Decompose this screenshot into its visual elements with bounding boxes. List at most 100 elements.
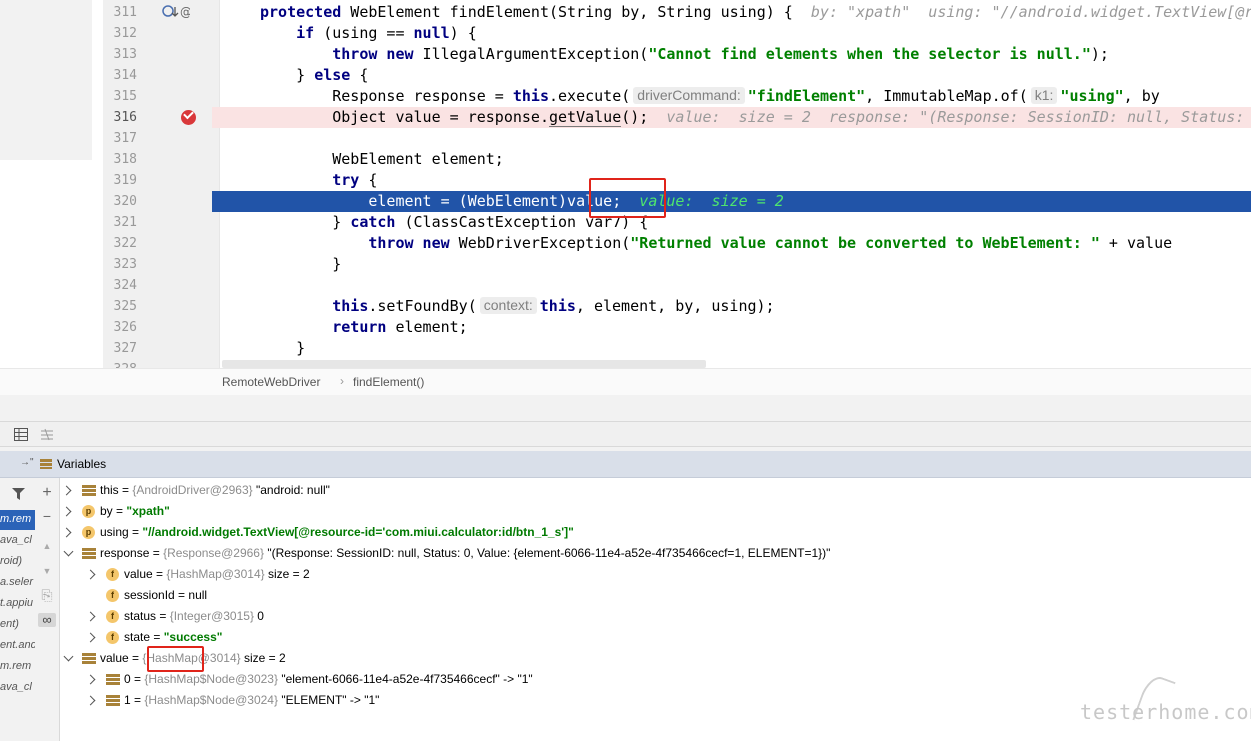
code-line-315[interactable]: Response response = this.execute(driverC… — [212, 86, 1251, 107]
gutter-line[interactable]: 321 — [103, 212, 220, 233]
gutter-line[interactable]: 315 — [103, 86, 220, 107]
chevron-right-icon[interactable] — [85, 611, 96, 622]
frame-item[interactable]: m.rem — [0, 513, 31, 525]
variables-tree[interactable]: this = {AndroidDriver@2963} "android: nu… — [60, 478, 1251, 741]
code-string: "Cannot find elements when the selector … — [648, 45, 1091, 63]
chevron-right-icon[interactable] — [61, 506, 72, 517]
code-line-321[interactable]: } catch (ClassCastException var7) { — [212, 212, 1251, 233]
variable-type: {Response@2966} — [163, 546, 264, 560]
copy-icon[interactable]: ⎘ — [40, 588, 54, 602]
code-text: , element, by, using); — [575, 297, 775, 315]
line-number: 321 — [113, 215, 137, 230]
frame-item[interactable]: t.appiu — [0, 597, 33, 609]
chevron-down-icon[interactable] — [63, 546, 74, 557]
frame-item[interactable]: ava_cl — [0, 534, 32, 546]
show-watches-icon[interactable]: ∞ — [38, 613, 56, 627]
filter-icon[interactable] — [12, 488, 25, 503]
chevron-right-icon[interactable] — [85, 632, 96, 643]
gutter-line[interactable]: 314 — [103, 65, 220, 86]
code-line-327[interactable]: } — [212, 338, 1251, 359]
code-line-323[interactable]: } — [212, 254, 1251, 275]
code-line-318[interactable]: WebElement element; — [212, 149, 1251, 170]
frame-item[interactable]: a.seler — [0, 576, 33, 588]
chevron-down-icon[interactable] — [63, 651, 74, 662]
gutter-line[interactable]: 317 — [103, 128, 220, 149]
breadcrumb: RemoteWebDriver › findElement() — [0, 368, 1251, 395]
editor-side-strip — [0, 0, 92, 160]
breadcrumb-method[interactable]: findElement() — [353, 375, 424, 389]
gutter-line[interactable]: 318 — [103, 149, 220, 170]
debugger-toolbar — [0, 421, 1251, 447]
gutter-line[interactable]: 316 — [103, 107, 220, 128]
gutter-line[interactable]: 323 — [103, 254, 220, 275]
code-line-320-execution-point[interactable]: element = (WebElement)value; value: size… — [212, 191, 1251, 212]
chevron-right-icon[interactable] — [85, 569, 96, 580]
override-icon[interactable]: @ — [162, 4, 192, 20]
code-text: element; — [386, 318, 468, 336]
chevron-right-icon[interactable] — [85, 674, 96, 685]
code-text: .setFoundBy( — [368, 297, 477, 315]
code-text: , ImmutableMap.of( — [865, 87, 1028, 105]
move-down-icon[interactable]: ▼ — [40, 564, 54, 578]
code-text: { — [350, 66, 369, 84]
code-line-322[interactable]: throw new WebDriverException("Returned v… — [212, 233, 1251, 254]
code-line-311[interactable]: protected WebElement findElement(String … — [212, 2, 1251, 23]
gutter-line[interactable]: 313 — [103, 44, 220, 65]
frame-item[interactable]: ava_cl — [0, 681, 32, 693]
frame-item[interactable]: m.rem — [0, 660, 31, 672]
breadcrumb-class[interactable]: RemoteWebDriver — [222, 375, 320, 389]
gutter-line[interactable]: 312 — [103, 23, 220, 44]
code-keyword: this — [332, 297, 369, 315]
code-editor[interactable]: 311 312 313 314 315 316 317 318 319 320 321 322 323 3… — [0, 0, 1251, 368]
variable-text: this = {AndroidDriver@2963} "android: nu… — [100, 480, 330, 501]
line-number: 325 — [113, 299, 137, 314]
chevron-right-icon[interactable] — [61, 527, 72, 538]
move-up-icon[interactable]: ▲ — [40, 539, 54, 553]
line-number: 311 — [113, 5, 137, 20]
gutter-line[interactable]: 319 — [103, 170, 220, 191]
frame-item[interactable]: roid) — [0, 555, 22, 567]
remove-watch-icon[interactable]: − — [40, 509, 54, 523]
code-keyword: this — [512, 87, 549, 105]
editor-horizontal-scrollbar[interactable] — [222, 360, 706, 368]
inline-debug-value: value: size = 2 — [621, 192, 784, 210]
gutter-line[interactable]: 326 — [103, 317, 220, 338]
code-text: (ClassCastException var7) { — [395, 213, 649, 231]
gutter-line[interactable]: 327 — [103, 338, 220, 359]
add-watch-icon[interactable]: + — [40, 485, 54, 501]
variables-tools: + − ▲ ▼ ⎘ ∞ — [35, 478, 60, 741]
variable-text: state = "success" — [124, 627, 222, 648]
variable-name: using — [100, 525, 129, 539]
gutter-line[interactable]: 322 — [103, 233, 220, 254]
frame-item[interactable]: ent) — [0, 618, 19, 630]
code-keyword: return — [332, 318, 387, 336]
line-number: 320 — [113, 194, 137, 209]
code-line-312[interactable]: if (using == null) { — [212, 23, 1251, 44]
gutter-line[interactable]: 325 — [103, 296, 220, 317]
variable-equals: = — [152, 567, 167, 581]
gutter-line[interactable]: 320 — [103, 191, 220, 212]
variable-type: {AndroidDriver@2963} — [132, 483, 253, 497]
code-line-326[interactable]: return element; — [212, 317, 1251, 338]
code-line-319[interactable]: try { — [212, 170, 1251, 191]
frame-item[interactable]: ent.and — [0, 639, 35, 651]
code-line-313[interactable]: throw new IllegalArgumentException("Cann… — [212, 44, 1251, 65]
chevron-right-icon[interactable] — [85, 695, 96, 706]
frames-panel[interactable]: m.rem ava_cl roid) a.seler t.appiu ent) ent.an… — [0, 478, 35, 741]
code-line-325[interactable]: this.setFoundBy(context: this, element, b… — [212, 296, 1251, 317]
layout-settings-icon[interactable] — [40, 428, 54, 441]
variable-text: value = {HashMap@3014} size = 2 — [124, 564, 310, 585]
breakpoint-icon[interactable] — [181, 108, 196, 125]
chevron-right-icon[interactable] — [61, 485, 72, 496]
variable-equals: = — [174, 588, 189, 602]
table-view-icon[interactable] — [14, 428, 28, 441]
line-number: 318 — [113, 152, 137, 167]
gutter-line[interactable]: 328 — [103, 359, 220, 368]
code-line-316-breakpoint[interactable]: Object value = response.getValue(); valu… — [212, 107, 1251, 128]
code-line-314[interactable]: } else { — [212, 65, 1251, 86]
restore-layout-icon[interactable]: →" — [20, 457, 34, 468]
code-keyword: this — [539, 297, 576, 315]
object-icon — [106, 674, 120, 685]
gutter-line[interactable]: 324 — [103, 275, 220, 296]
